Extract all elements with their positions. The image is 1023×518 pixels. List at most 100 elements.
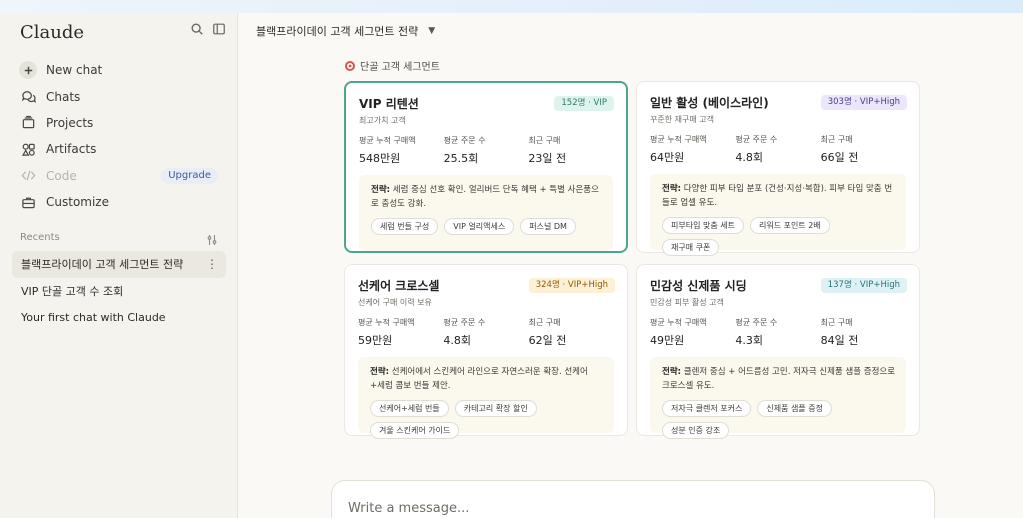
new-chat-button[interactable]: New chat [12, 57, 226, 83]
nav-label: Projects [46, 115, 94, 130]
strategy-text: 전략: 다양한 피부 타입 분포 (건성·지성·복합). 피부 타입 맞춤 번들… [662, 182, 896, 210]
card-subtitle: 민감성 피부 활성 고객 [650, 298, 724, 307]
recent-chat-item[interactable]: 블랙프라이데이 고객 세그먼트 전략 ⋮ [12, 251, 226, 278]
stat-value: 4.8회 [735, 151, 763, 164]
tag-chip: 피부타입 맞춤 세트 [662, 217, 744, 234]
recent-chat-label: VIP 단골 고객 수 조회 [21, 284, 124, 298]
stat: 평균 주문 수 4.3회 [735, 317, 820, 348]
stats-row: 평균 누적 구매액 64만원 평균 주문 수 4.8회 최근 구매 66일 전 [650, 134, 906, 165]
strategy-label: 전략: [662, 184, 682, 194]
strategy-body: 클렌저 중심 + 어드름성 고민. 저자극 신제품 샘플 증정으로 크로스셀 유… [662, 367, 896, 391]
sidebar-nav: New chat Chats Projects Artifacts Code U… [12, 57, 226, 215]
stat: 최근 구매 62일 전 [529, 317, 614, 348]
count-badge: 137명 · VIP+High [820, 278, 907, 293]
message-input[interactable] [348, 501, 908, 516]
count-badge: 303명 · VIP+High [820, 95, 907, 110]
stat-label: 평균 누적 구매액 [650, 318, 707, 327]
stat-label: 최근 구매 [820, 318, 853, 327]
stat-value: 4.8회 [443, 334, 471, 347]
segment-card-vip[interactable]: VIP 리텐션 최고가치 고객 152명 · VIP 평균 누적 구매액 548만… [344, 81, 628, 253]
recents-list: 블랙프라이데이 고객 세그먼트 전략 ⋮ VIP 단골 고객 수 조회 Your… [12, 251, 226, 331]
tag-chip: 겨울 스킨케어 가이드 [370, 422, 460, 439]
briefcase-icon [20, 194, 36, 210]
stats-row: 평균 누적 구매액 49만원 평균 주문 수 4.3회 최근 구매 84일 전 [650, 317, 906, 348]
strategy-text: 전략: 선케어에서 스킨케어 라인으로 자연스러운 확장. 선케어 +세럼 콤보… [370, 365, 604, 393]
stat-label: 평균 주문 수 [443, 136, 486, 145]
conversation-title-menu[interactable]: 블랙프라이데이 고객 세그먼트 전략 ▼ [256, 23, 435, 39]
code-icon [20, 168, 36, 184]
tag-chip: 세럼 번들 구성 [371, 218, 439, 235]
stat: 평균 주문 수 4.8회 [443, 317, 528, 348]
sidebar-item-customize[interactable]: Customize [12, 189, 226, 215]
stat: 평균 주문 수 25.5회 [444, 135, 529, 166]
stat-value: 49만원 [650, 334, 685, 347]
search-icon[interactable] [190, 22, 204, 36]
tag-chip: 선케어+세럼 번들 [370, 400, 449, 417]
upgrade-badge[interactable]: Upgrade [161, 167, 218, 184]
nav-label: Chats [46, 89, 81, 104]
strategy-text: 전략: 세럼 중심 선호 확인. 얼리버드 단독 혜택 + 특별 사은품으로 충… [371, 183, 603, 211]
stat-label: 최근 구매 [528, 318, 561, 327]
sidebar: Claude New chat Chats Projects Artifacts… [0, 13, 238, 518]
card-subtitle: 최고가치 고객 [359, 116, 406, 125]
chevron-down-icon: ▼ [428, 26, 436, 36]
stat-label: 평균 누적 구매액 [358, 318, 415, 327]
stat-label: 평균 주문 수 [735, 318, 778, 327]
more-options-icon[interactable]: ⋮ [206, 257, 218, 271]
stat-label: 평균 누적 구매액 [359, 136, 416, 145]
recents-heading: Recents [20, 232, 60, 243]
recent-chat-item[interactable]: VIP 단골 고객 수 조회 [12, 278, 226, 305]
filter-sliders-icon[interactable] [206, 231, 218, 245]
strategy-text: 전략: 클렌저 중심 + 어드름성 고민. 저자극 신제품 샘플 증정으로 크로… [662, 365, 896, 393]
strategy-body: 다양한 피부 타입 분포 (건성·지성·복합). 피부 타입 맞춤 번들로 업셀… [662, 184, 893, 208]
tag-chip: 퍼스널 DM [520, 218, 576, 235]
nav-label: Code [46, 168, 77, 183]
strategy-box: 전략: 세럼 중심 선호 확인. 얼리버드 단독 혜택 + 특별 사은품으로 충… [359, 175, 613, 251]
stat-value: 25.5회 [443, 152, 479, 165]
tag-list: 선케어+세럼 번들 카테고리 확장 할인 겨울 스킨케어 가이드 [370, 400, 604, 444]
strategy-body: 세럼 중심 선호 확인. 얼리버드 단독 혜택 + 특별 사은품으로 충성도 강… [371, 185, 599, 209]
stats-row: 평균 누적 구매액 548만원 평균 주문 수 25.5회 최근 구매 23일 전 [359, 135, 613, 166]
shapes-icon [20, 141, 36, 157]
stats-row: 평균 누적 구매액 59만원 평균 주문 수 4.8회 최근 구매 62일 전 [358, 317, 614, 348]
stat-value: 64만원 [650, 151, 685, 164]
strategy-label: 전략: [662, 367, 682, 377]
message-composer [331, 480, 935, 518]
nav-label: New chat [46, 63, 103, 78]
main-panel: 블랙프라이데이 고객 세그먼트 전략 ▼ 단골 고객 세그먼트 VIP 리텐션 … [238, 13, 1023, 518]
folder-stack-icon [20, 115, 36, 131]
strategy-box: 전략: 클렌저 중심 + 어드름성 고민. 저자극 신제품 샘플 증정으로 크로… [650, 357, 906, 439]
stat-label: 평균 누적 구매액 [650, 135, 707, 144]
section-title: 단골 고객 세그먼트 [360, 62, 440, 73]
tag-list: 피부타입 맞춤 세트 리워드 포인트 2배 재구매 쿠폰 [662, 217, 896, 261]
stat: 최근 구매 23일 전 [528, 135, 613, 166]
stat-value: 4.3회 [735, 334, 763, 347]
stat-value: 66일 전 [820, 151, 859, 164]
segment-card-suncare[interactable]: 선케어 크로스셀 선케어 구매 이력 보유 324명 · VIP+High 평균… [344, 264, 628, 439]
brand-logo[interactable]: Claude [20, 22, 84, 43]
stat-value: 548만원 [359, 152, 401, 165]
stat: 최근 구매 66일 전 [821, 134, 906, 165]
recent-chat-item[interactable]: Your first chat with Claude [12, 304, 226, 331]
tag-chip: VIP 얼리액세스 [444, 218, 515, 235]
sidebar-item-artifacts[interactable]: Artifacts [12, 136, 226, 162]
target-icon [344, 60, 356, 72]
card-subtitle: 꾸준한 재구매 고객 [650, 115, 714, 124]
stat: 평균 누적 구매액 64만원 [650, 134, 735, 165]
sidebar-item-chats[interactable]: Chats [12, 83, 226, 109]
nav-label: Artifacts [46, 142, 97, 157]
sidebar-item-code[interactable]: Code Upgrade [12, 163, 226, 189]
recent-chat-label: 블랙프라이데이 고객 세그먼트 전략 [21, 258, 184, 272]
stat: 평균 주문 수 4.8회 [735, 134, 820, 165]
chat-bubbles-icon [20, 89, 36, 105]
strategy-label: 전략: [370, 367, 390, 377]
tag-chip: 카테고리 확장 할인 [454, 400, 537, 417]
stat-value: 59만원 [358, 334, 393, 347]
sidebar-toggle-icon[interactable] [212, 22, 226, 36]
stat-label: 평균 주문 수 [735, 135, 778, 144]
segment-card-baseline[interactable]: 일반 활성 (베이스라인) 꾸준한 재구매 고객 303명 · VIP+High… [636, 81, 920, 256]
sidebar-item-projects[interactable]: Projects [12, 110, 226, 136]
recent-chat-label: Your first chat with Claude [21, 310, 166, 324]
segment-card-sensitive[interactable]: 민감성 신제품 시딩 민감성 피부 활성 고객 137명 · VIP+High … [636, 264, 920, 439]
count-badge: 324명 · VIP+High [528, 278, 615, 293]
